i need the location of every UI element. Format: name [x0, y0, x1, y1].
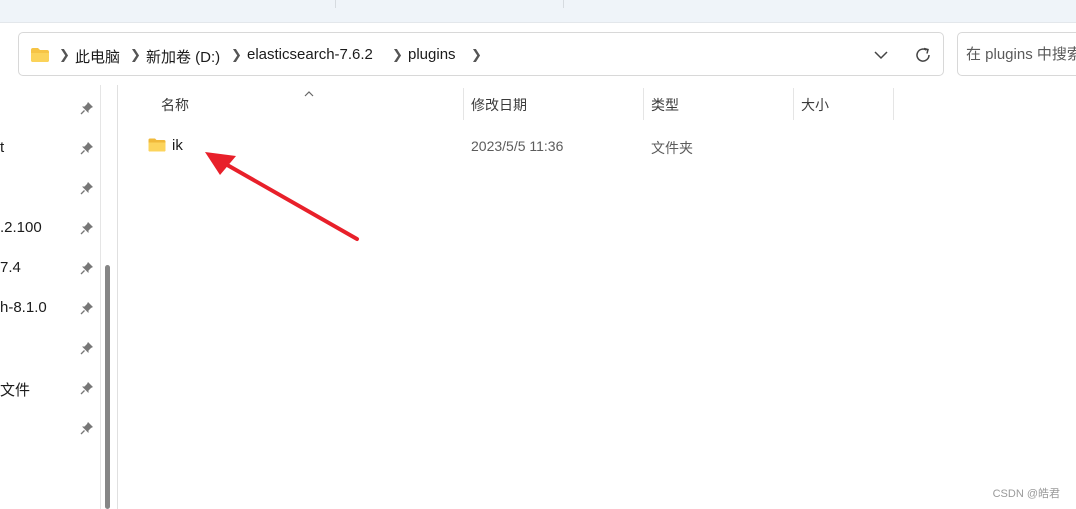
column-header-date-modified[interactable]: 修改日期	[471, 95, 527, 115]
pin-icon[interactable]	[80, 181, 94, 195]
watermark: CSDN @皓君	[992, 488, 1060, 500]
search-box[interactable]	[957, 32, 1076, 76]
nav-item-label: .2.100	[0, 219, 42, 236]
nav-item[interactable]: 文件	[0, 371, 100, 405]
address-bar[interactable]: ❯ 此电脑 ❯ 新加卷 (D:) ❯ elasticsearch-7.6.2 ❯…	[18, 32, 944, 76]
nav-item[interactable]: t	[0, 131, 100, 165]
tab-separator	[563, 0, 564, 8]
nav-item-label: 文件	[0, 382, 31, 399]
search-input[interactable]	[966, 43, 1076, 65]
column-separator[interactable]	[893, 88, 894, 120]
nav-item[interactable]: 7.4	[0, 251, 100, 285]
breadcrumb-this-pc[interactable]: 此电脑	[75, 46, 120, 67]
file-date-modified: 2023/5/5 11:36	[471, 138, 564, 154]
tab-separator	[335, 0, 336, 8]
column-separator[interactable]	[643, 88, 644, 120]
folder-icon	[148, 138, 166, 155]
breadcrumb-plugins[interactable]: plugins	[408, 46, 456, 63]
nav-scrollbar-thumb[interactable]	[105, 265, 110, 509]
nav-item-label: t	[0, 139, 5, 156]
sort-ascending-icon	[304, 85, 314, 97]
pin-icon[interactable]	[80, 261, 94, 275]
nav-item[interactable]: .2.100	[0, 211, 100, 245]
nav-divider	[100, 85, 101, 509]
chevron-right-icon[interactable]: ❯	[392, 47, 403, 63]
nav-item[interactable]	[0, 411, 100, 445]
chevron-right-icon[interactable]: ❯	[59, 47, 70, 63]
nav-item[interactable]	[0, 91, 100, 125]
toolbar: ❯ 此电脑 ❯ 新加卷 (D:) ❯ elasticsearch-7.6.2 ❯…	[0, 23, 1076, 85]
column-header-type[interactable]: 类型	[651, 95, 679, 115]
column-header-name[interactable]: 名称	[161, 95, 189, 115]
nav-item[interactable]: h-8.1.0	[0, 291, 100, 325]
file-type: 文件夹	[651, 140, 693, 156]
navigation-pane: t .2.100 7.4 h-8.1.0 文件	[0, 85, 118, 509]
column-separator[interactable]	[793, 88, 794, 120]
breadcrumb-drive[interactable]: 新加卷 (D:)	[146, 46, 220, 67]
chevron-right-icon[interactable]: ❯	[130, 47, 141, 63]
pin-icon[interactable]	[80, 221, 94, 235]
annotation-arrow	[205, 152, 359, 241]
column-header-size[interactable]: 大小	[801, 95, 829, 115]
chevron-right-icon[interactable]: ❯	[471, 47, 482, 63]
refresh-icon[interactable]	[912, 44, 934, 66]
column-separator[interactable]	[463, 88, 464, 120]
chevron-right-icon[interactable]: ❯	[231, 47, 242, 63]
pin-icon[interactable]	[80, 301, 94, 315]
pin-icon[interactable]	[80, 341, 94, 355]
nav-item-label: 7.4	[0, 259, 21, 276]
breadcrumb-elasticsearch[interactable]: elasticsearch-7.6.2	[247, 46, 373, 63]
chevron-down-icon[interactable]	[871, 45, 891, 65]
nav-item[interactable]	[0, 171, 100, 205]
pin-icon[interactable]	[80, 101, 94, 115]
nav-item-label: h-8.1.0	[0, 299, 47, 316]
tab-strip	[0, 0, 1076, 23]
folder-icon	[30, 47, 50, 66]
pin-icon[interactable]	[80, 141, 94, 155]
pin-icon[interactable]	[80, 381, 94, 395]
pin-icon[interactable]	[80, 421, 94, 435]
file-name: ik	[172, 137, 183, 154]
nav-item[interactable]	[0, 331, 100, 365]
